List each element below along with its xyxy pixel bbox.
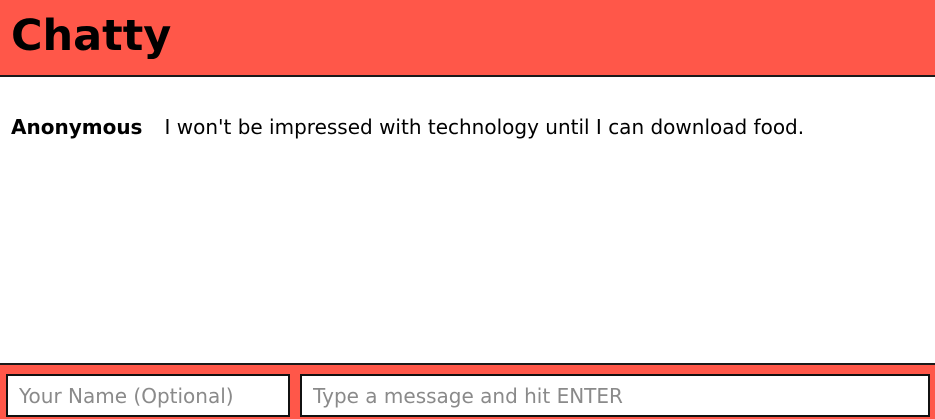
message-author: Anonymous xyxy=(11,115,143,139)
composer-bar xyxy=(0,363,935,419)
message-item: Anonymous I won't be impressed with tech… xyxy=(11,114,804,140)
name-input[interactable] xyxy=(6,374,290,417)
app-title: Chatty xyxy=(11,11,172,61)
message-list[interactable]: Anonymous I won't be impressed with tech… xyxy=(0,77,935,363)
chat-app: Chatty Anonymous I won't be impressed wi… xyxy=(0,0,935,419)
message-text: I won't be impressed with technology unt… xyxy=(164,115,805,139)
app-header: Chatty xyxy=(0,0,935,77)
message-input[interactable] xyxy=(300,374,930,417)
